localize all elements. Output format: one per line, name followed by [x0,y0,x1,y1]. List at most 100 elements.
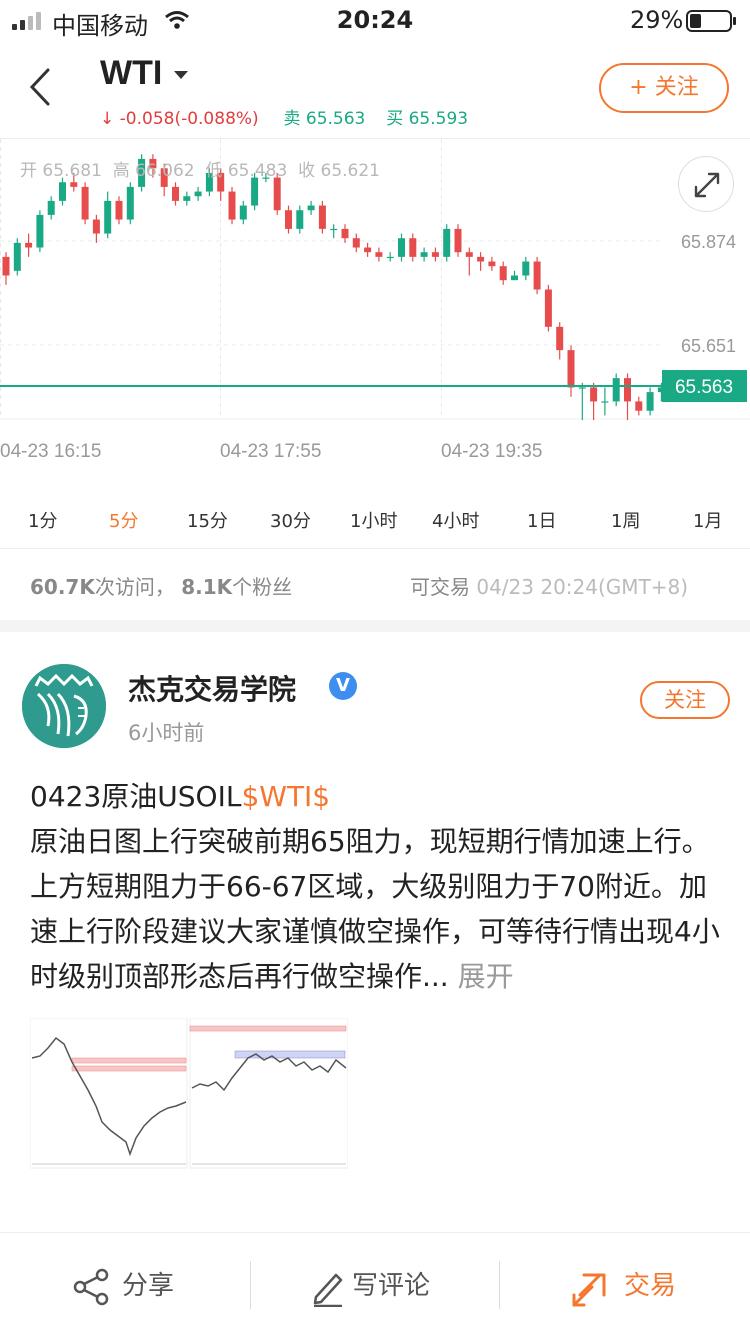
trading-status: 可交易 04/23 20:24(GMT+8) [410,571,688,600]
symbol-tag-link[interactable]: $WTI$ [241,780,330,813]
battery-percent: 29% [630,6,684,34]
share-button[interactable]: 分享 [122,1265,174,1302]
post-title-line: 0423原油USOIL$WTI$ [30,774,730,819]
chevron-down-icon[interactable] [174,71,188,79]
price-change: ↓ -0.058(-0.088%) [100,109,259,129]
tab-1hour[interactable]: 1小时 [350,507,397,533]
candle-body [499,266,507,281]
back-arrow-icon[interactable] [24,62,60,112]
post-time: 6小时前 [128,721,205,745]
quote-line: ↓ -0.058(-0.088%) 卖 65.563 买 65.593 [100,104,468,129]
y-tick-label: 65.874 [681,232,736,252]
low-label: 低 [205,161,223,181]
candle-body [172,186,179,201]
symbol-title[interactable]: WTI [100,54,162,93]
candle-body [59,182,66,201]
buy-price: 65.593 [408,109,469,129]
tab-1min[interactable]: 1分 [28,507,57,533]
candle-body [567,350,575,388]
candle-body [556,326,564,351]
candle-body [443,228,451,257]
candle-body [477,256,485,262]
candle-body [194,191,202,197]
tab-4hour[interactable]: 4小时 [432,507,479,533]
ohlc-readout: 开 65.681 高 66.062 低 65.483 收 65.621 [20,156,380,181]
candle-body [375,252,383,257]
pencil-icon[interactable] [310,1267,346,1307]
candle-body [454,228,462,253]
candle-body [465,252,473,257]
candle-body [81,186,89,220]
post-image[interactable] [29,1017,349,1170]
post-content: 原油日图上行突破前期65阻力，现短期行情加速上行。上方短期阻力于66-67区域，… [30,819,730,999]
expand-icon [694,172,720,198]
candle-body [386,256,394,259]
candle-body [601,401,609,403]
post-text: 原油日图上行突破前期65阻力，现短期行情加速上行。上方短期阻力于66-67区域，… [30,825,720,993]
follow-author-button[interactable]: 关注 [640,681,730,719]
tab-5min[interactable]: 5分 [109,507,138,533]
comment-button[interactable]: 写评论 [352,1265,430,1302]
tab-30min[interactable]: 30分 [270,507,311,533]
open-value: 65.681 [42,161,102,181]
candle-body [273,177,281,211]
candle-body [488,261,496,267]
candle-body [522,261,530,276]
candle-body [431,252,439,257]
follow-button[interactable]: + 关注 [599,63,729,113]
tab-1week[interactable]: 1周 [611,507,640,533]
candle-body [420,252,428,257]
tab-1month[interactable]: 1月 [693,507,722,533]
candle-body [104,200,112,234]
author-name[interactable]: 杰克交易学院 [128,668,296,708]
divider [0,548,750,549]
divider [499,1261,500,1309]
high-value: 66.062 [135,161,195,181]
candle-body [183,196,191,201]
candle-body [70,182,78,187]
candlestick-chart[interactable]: 65.874 65.651 65.563 04-23 16:15 04-23 17:55… [0,138,750,488]
post-body[interactable]: 0423原油USOIL$WTI$ 原油日图上行突破前期65阻力，现短期行情加速上… [30,774,730,999]
section-gap [0,620,750,632]
trade-button[interactable]: 交易 [624,1265,676,1302]
candle-body [228,191,236,220]
x-tick-label: 04-23 17:55 [220,441,321,462]
visit-stats: 60.7K次访问， 8.1K个粉丝 [30,571,292,600]
low-value: 65.483 [227,161,288,181]
fullscreen-button[interactable] [678,156,734,212]
high-label: 高 [112,161,130,181]
chart-canvas: 65.874 65.651 65.563 04-23 16:15 04-23 17:55… [0,139,750,462]
buy-label: 买 [386,109,404,129]
share-icon[interactable] [72,1267,112,1307]
close-label: 收 [298,161,316,181]
candle-body [590,387,598,402]
bottom-action-bar: 分享 写评论 交易 [0,1232,750,1334]
candle-body [92,219,100,234]
visits-count: 60.7K [30,575,95,599]
trade-arrows-icon[interactable] [570,1265,614,1309]
sell-label: 卖 [283,109,301,129]
tab-15min[interactable]: 15分 [187,507,228,533]
fans-count: 8.1K [181,575,233,599]
visits-label: 次访问， [94,575,175,599]
author-avatar[interactable] [22,664,106,748]
tab-1day[interactable]: 1日 [527,507,556,533]
candle-body [511,275,518,281]
y-tick-label: 65.651 [681,336,736,356]
candle-body [612,378,620,402]
battery-icon [686,10,736,32]
candle-body [2,256,10,276]
expand-link[interactable]: 展开 [458,960,514,993]
candle-body [285,210,292,229]
app-screen: 中国移动 20:24 29% WTI ↓ -0.058(-0.088%) 卖 6… [0,0,750,1334]
candle-body [341,228,349,239]
candle-body [364,247,372,253]
fans-label: 个粉丝 [232,575,293,599]
candle-body [330,228,338,231]
chart-thumbnail-image [29,1017,349,1169]
current-price-label: 65.563 [675,377,733,398]
candle-body [239,205,247,220]
candle-body [578,387,586,389]
open-label: 开 [20,161,37,181]
candle-body [544,289,552,327]
